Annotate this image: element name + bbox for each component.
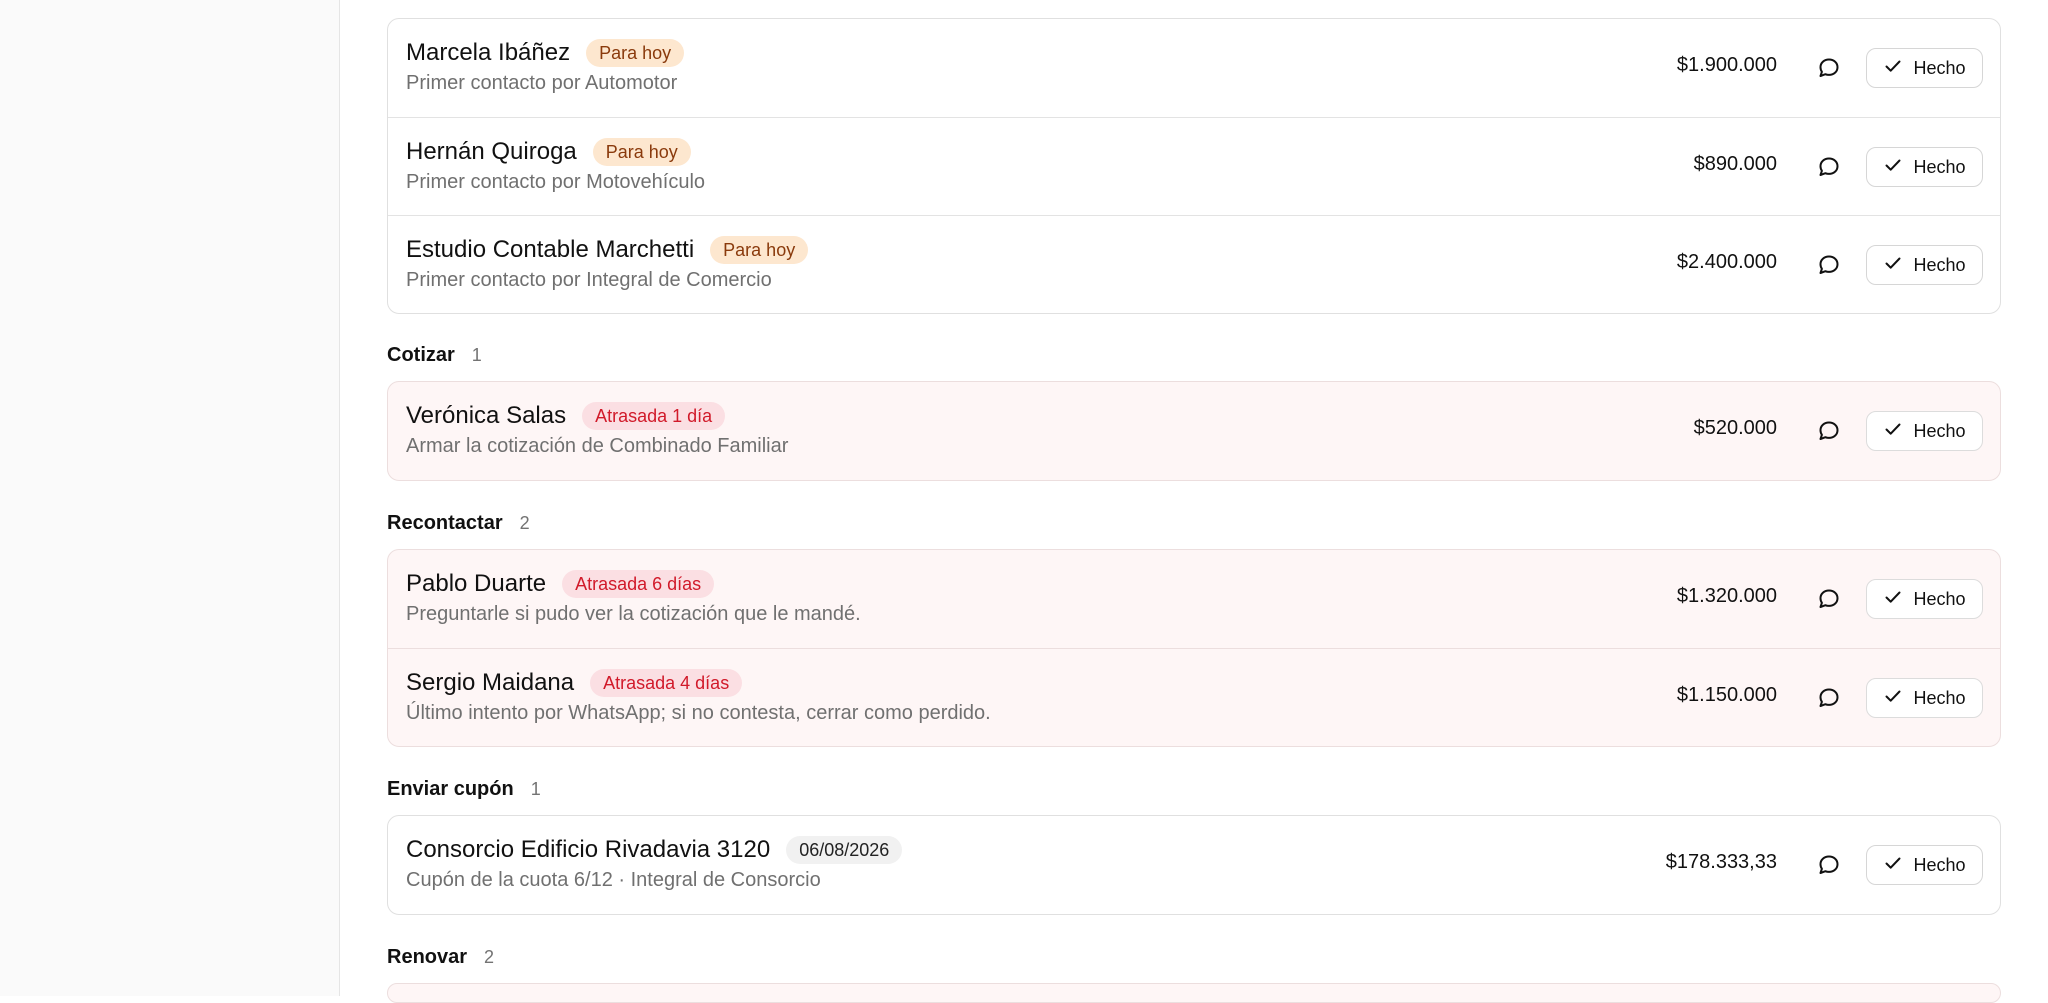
task-row[interactable]: Estudio Contable Marchetti Para hoy Prim… (388, 215, 2000, 313)
policy-amount: $178.333,33 (1665, 851, 1777, 873)
due-badge: Para hoy (592, 138, 691, 166)
group-count: 1 (471, 344, 482, 365)
task-card: Marcela Ibáñez Para hoy Primer contacto … (387, 18, 2001, 314)
check-icon (1883, 56, 1903, 81)
task-group-recontactar: Recontactar 2 Pablo Duarte Atrasada 6 dí… (387, 511, 2001, 747)
done-label: Hecho (1913, 57, 1966, 78)
contact-name: Hernán Quiroga (406, 138, 577, 165)
group-header: Recontactar 2 (387, 511, 2001, 535)
task-description: Último intento por WhatsApp; si no conte… (406, 702, 991, 724)
policy-amount: $1.320.000 (1676, 585, 1777, 607)
done-button[interactable]: Hecho (1866, 678, 1983, 718)
group-header: Enviar cupón 1 (387, 777, 2001, 801)
chat-icon[interactable] (1816, 154, 1842, 180)
done-label: Hecho (1913, 254, 1966, 275)
task-group-cotizar: Cotizar 1 Verónica Salas Atrasada 1 día … (387, 343, 2001, 481)
policy-amount: $1.150.000 (1676, 684, 1777, 706)
policy-amount: $890.000 (1693, 153, 1777, 175)
task-list: Marcela Ibáñez Para hoy Primer contacto … (387, 0, 2001, 1003)
done-label: Hecho (1913, 156, 1966, 177)
task-card: Verónica Salas Atrasada 1 día Armar la c… (387, 381, 2001, 481)
contact-name: Consorcio Edificio Rivadavia 3120 (406, 836, 771, 863)
contact-name: Marcela Ibáñez (406, 39, 571, 66)
task-description: Primer contacto por Integral de Comercio (406, 269, 772, 291)
group-count: 1 (530, 778, 541, 799)
task-card (387, 983, 2001, 1003)
group-title: Cotizar (387, 343, 455, 366)
task-group-enviar-cupon: Enviar cupón 1 Consorcio Edificio Rivada… (387, 777, 2001, 915)
done-button[interactable]: Hecho (1866, 245, 1983, 285)
overdue-badge: Atrasada 6 días (562, 570, 715, 598)
done-label: Hecho (1913, 420, 1966, 441)
chat-icon[interactable] (1816, 55, 1842, 81)
check-icon (1883, 155, 1903, 180)
check-icon (1883, 253, 1903, 278)
due-badge: Para hoy (586, 39, 685, 67)
group-title: Recontactar (387, 511, 503, 534)
task-description: Primer contacto por Automotor (406, 72, 678, 94)
done-label: Hecho (1913, 687, 1966, 708)
group-title: Renovar (387, 945, 468, 968)
check-icon (1883, 587, 1903, 612)
group-count: 2 (484, 946, 495, 967)
chat-icon[interactable] (1816, 852, 1842, 878)
due-badge: Para hoy (710, 236, 809, 264)
done-button[interactable]: Hecho (1866, 845, 1983, 885)
task-row[interactable]: Hernán Quiroga Para hoy Primer contacto … (388, 117, 2000, 215)
policy-amount: $520.000 (1693, 417, 1777, 439)
chat-icon[interactable] (1816, 418, 1842, 444)
task-description: Preguntarle si pudo ver la cotización qu… (406, 603, 861, 625)
task-description: Armar la cotización de Combinado Familia… (406, 435, 789, 457)
check-icon (1883, 419, 1903, 444)
done-button[interactable]: Hecho (1866, 411, 1983, 451)
group-header: Cotizar 1 (387, 343, 2001, 367)
sidebar (0, 0, 340, 996)
done-label: Hecho (1913, 854, 1966, 875)
date-badge: 06/08/2026 (786, 836, 903, 864)
overdue-badge: Atrasada 4 días (590, 669, 743, 697)
task-description: Primer contacto por Motovehículo (406, 171, 706, 193)
group-header: Renovar 2 (387, 945, 2001, 969)
chat-icon[interactable] (1816, 252, 1842, 278)
task-row[interactable]: Verónica Salas Atrasada 1 día Armar la c… (388, 382, 2000, 480)
task-description: Cupón de la cuota 6/12 · Integral de Con… (406, 869, 821, 891)
done-button[interactable]: Hecho (1866, 48, 1983, 88)
contact-name: Pablo Duarte (406, 570, 547, 597)
task-group-primer-contacto: Marcela Ibáñez Para hoy Primer contacto … (387, 18, 2001, 314)
task-row[interactable]: Consorcio Edificio Rivadavia 3120 06/08/… (388, 816, 2000, 914)
done-label: Hecho (1913, 588, 1966, 609)
task-row[interactable]: Pablo Duarte Atrasada 6 días Preguntarle… (388, 550, 2000, 648)
contact-name: Estudio Contable Marchetti (406, 236, 695, 263)
chat-icon[interactable] (1816, 685, 1842, 711)
policy-amount: $2.400.000 (1676, 251, 1777, 273)
contact-name: Verónica Salas (406, 402, 567, 429)
group-title: Enviar cupón (387, 777, 514, 800)
check-icon (1883, 853, 1903, 878)
task-row[interactable]: Sergio Maidana Atrasada 4 días Último in… (388, 648, 2000, 746)
contact-name: Sergio Maidana (406, 669, 575, 696)
policy-amount: $1.900.000 (1676, 54, 1777, 76)
task-group-renovar: Renovar 2 (387, 945, 2001, 1003)
check-icon (1883, 686, 1903, 711)
overdue-badge: Atrasada 1 día (582, 402, 726, 430)
done-button[interactable]: Hecho (1866, 579, 1983, 619)
task-card: Pablo Duarte Atrasada 6 días Preguntarle… (387, 549, 2001, 747)
done-button[interactable]: Hecho (1866, 147, 1983, 187)
group-count: 2 (519, 512, 530, 533)
task-card: Consorcio Edificio Rivadavia 3120 06/08/… (387, 815, 2001, 915)
task-row[interactable]: Marcela Ibáñez Para hoy Primer contacto … (388, 19, 2000, 117)
chat-icon[interactable] (1816, 586, 1842, 612)
